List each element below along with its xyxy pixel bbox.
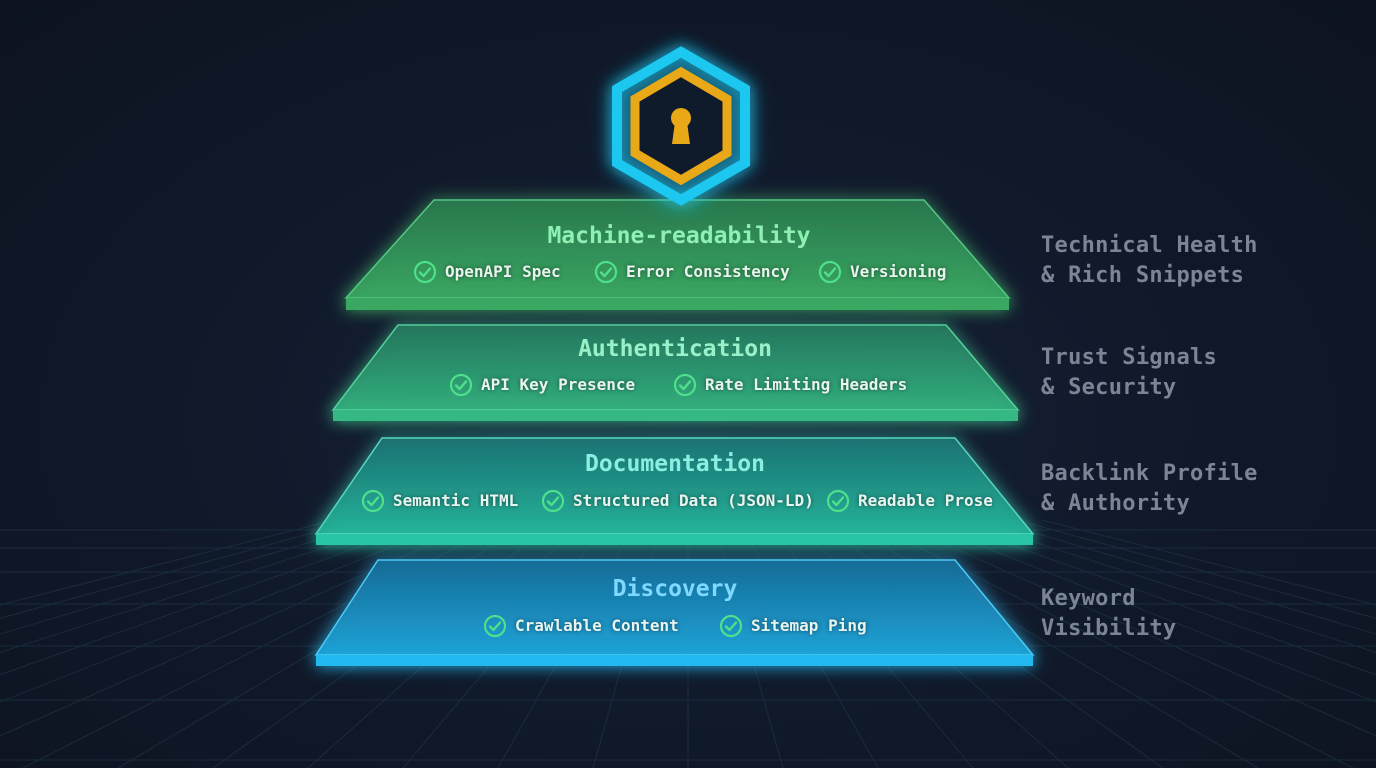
side-label-line: Backlink Profile xyxy=(1041,461,1258,486)
layer-title-authentication: Authentication xyxy=(578,336,772,362)
check-item-error-consistency: Error Consistency xyxy=(594,260,790,284)
layer-title-discovery: Discovery xyxy=(612,576,738,602)
check-circle-icon xyxy=(818,260,842,284)
check-item-label: Sitemap Ping xyxy=(751,616,867,635)
check-circle-icon xyxy=(719,614,743,638)
check-circle-icon xyxy=(594,260,618,284)
side-label-line: Technical Health xyxy=(1041,233,1258,258)
check-circle-icon xyxy=(361,489,385,513)
check-item-label: Versioning xyxy=(850,262,947,281)
check-item-openapi-spec: OpenAPI Spec xyxy=(413,260,561,284)
check-item-label: Structured Data (JSON-LD) xyxy=(573,491,814,510)
side-label-backlink-profile: Backlink Profile & Authority xyxy=(1041,459,1361,519)
check-circle-icon xyxy=(449,373,473,397)
side-label-line: & Security xyxy=(1041,375,1177,400)
check-item-api-key-presence: API Key Presence xyxy=(449,373,635,397)
side-label-line: Trust Signals xyxy=(1041,345,1218,370)
layer-title-machine-readability: Machine-readability xyxy=(547,223,811,249)
check-circle-icon xyxy=(673,373,697,397)
check-item-label: Error Consistency xyxy=(626,262,790,281)
check-item-semantic-html: Semantic HTML xyxy=(361,489,518,513)
side-label-line: & Authority xyxy=(1041,491,1190,516)
side-label-technical-health: Technical Health & Rich Snippets xyxy=(1041,231,1361,291)
side-label-trust-signals: Trust Signals & Security xyxy=(1041,343,1361,403)
check-circle-icon xyxy=(483,614,507,638)
check-item-crawlable-content: Crawlable Content xyxy=(483,614,679,638)
side-label-line: & Rich Snippets xyxy=(1041,263,1245,288)
check-item-label: API Key Presence xyxy=(481,375,636,394)
check-item-readable-prose: Readable Prose xyxy=(826,489,993,513)
check-circle-icon xyxy=(826,489,850,513)
check-item-versioning: Versioning xyxy=(818,260,946,284)
side-label-keyword-visibility: Keyword Visibility xyxy=(1041,584,1361,644)
side-label-line: Keyword xyxy=(1041,586,1136,611)
check-item-label: OpenAPI Spec xyxy=(445,262,561,281)
layer-slab-machine-readability xyxy=(344,199,1011,310)
check-item-structured-data: Structured Data (JSON-LD) xyxy=(541,489,814,513)
check-item-label: Rate Limiting Headers xyxy=(705,375,908,394)
keyhole-shield-icon xyxy=(612,46,750,206)
pyramid-diagram: Machine-readability Authentication Docum… xyxy=(0,0,1376,768)
layer-title-documentation: Documentation xyxy=(584,451,765,477)
check-item-label: Crawlable Content xyxy=(515,616,679,635)
check-item-sitemap-ping: Sitemap Ping xyxy=(719,614,867,638)
check-circle-icon xyxy=(413,260,437,284)
check-item-label: Readable Prose xyxy=(858,491,993,510)
check-item-label: Semantic HTML xyxy=(393,491,519,510)
check-item-rate-limiting-headers: Rate Limiting Headers xyxy=(673,373,907,397)
side-label-line: Visibility xyxy=(1041,616,1177,641)
check-circle-icon xyxy=(541,489,565,513)
